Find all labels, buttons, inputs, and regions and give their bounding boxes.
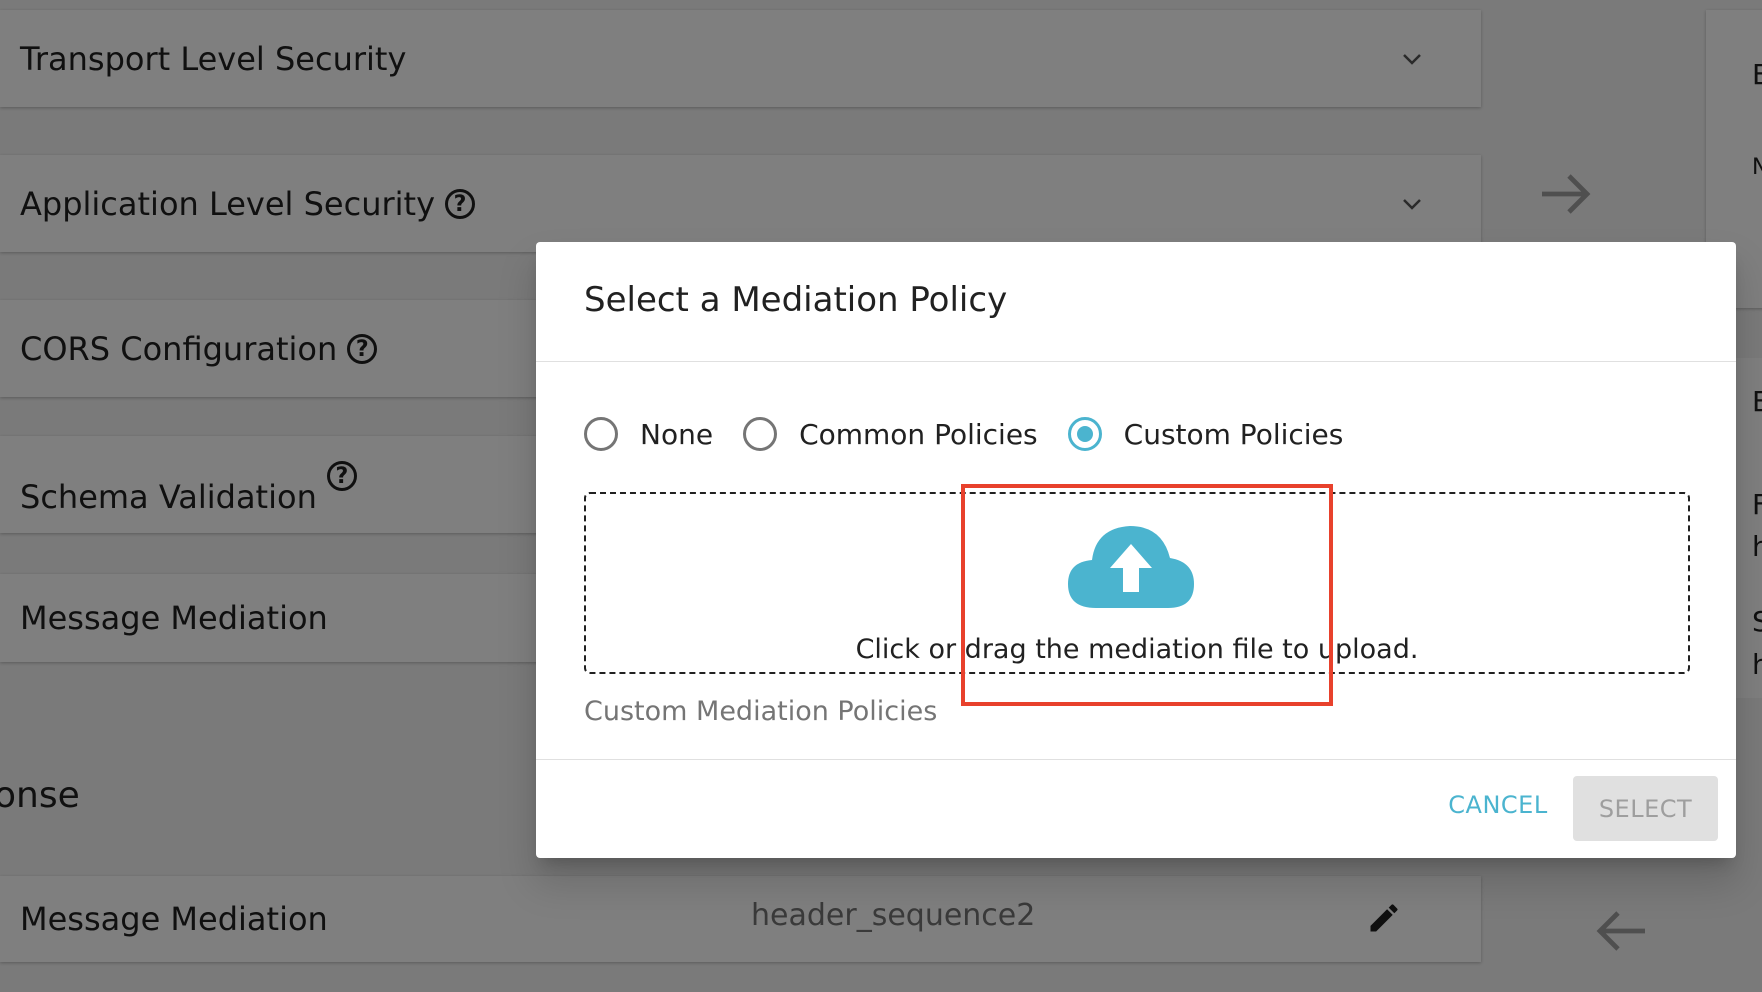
radio-label: None xyxy=(640,417,714,451)
dropzone-instruction: Click or drag the mediation file to uplo… xyxy=(855,634,1419,665)
radio-option-common-policies[interactable]: Common Policies xyxy=(743,417,1038,451)
radio-label: Custom Policies xyxy=(1123,417,1344,451)
file-upload-dropzone[interactable]: Click or drag the mediation file to uplo… xyxy=(584,492,1690,674)
cancel-button[interactable]: CANCEL xyxy=(1438,776,1558,834)
policy-type-radio-group: None Common Policies Custom Policies xyxy=(584,417,1373,451)
divider xyxy=(536,759,1736,760)
radio-label: Common Policies xyxy=(799,417,1038,451)
radio-option-none[interactable]: None xyxy=(584,417,713,451)
dialog-title: Select a Mediation Policy xyxy=(584,280,1008,320)
helper-text: Custom Mediation Policies xyxy=(584,696,938,727)
radio-button-checked[interactable] xyxy=(1067,417,1102,451)
cloud-upload-icon xyxy=(1068,526,1194,608)
select-button[interactable]: SELECT xyxy=(1573,776,1718,841)
radio-option-custom-policies[interactable]: Custom Policies xyxy=(1067,417,1344,451)
radio-button[interactable] xyxy=(584,417,618,451)
mediation-policy-dialog: Select a Mediation Policy None Common Po… xyxy=(536,242,1736,858)
radio-button[interactable] xyxy=(743,417,778,451)
divider xyxy=(536,361,1736,362)
